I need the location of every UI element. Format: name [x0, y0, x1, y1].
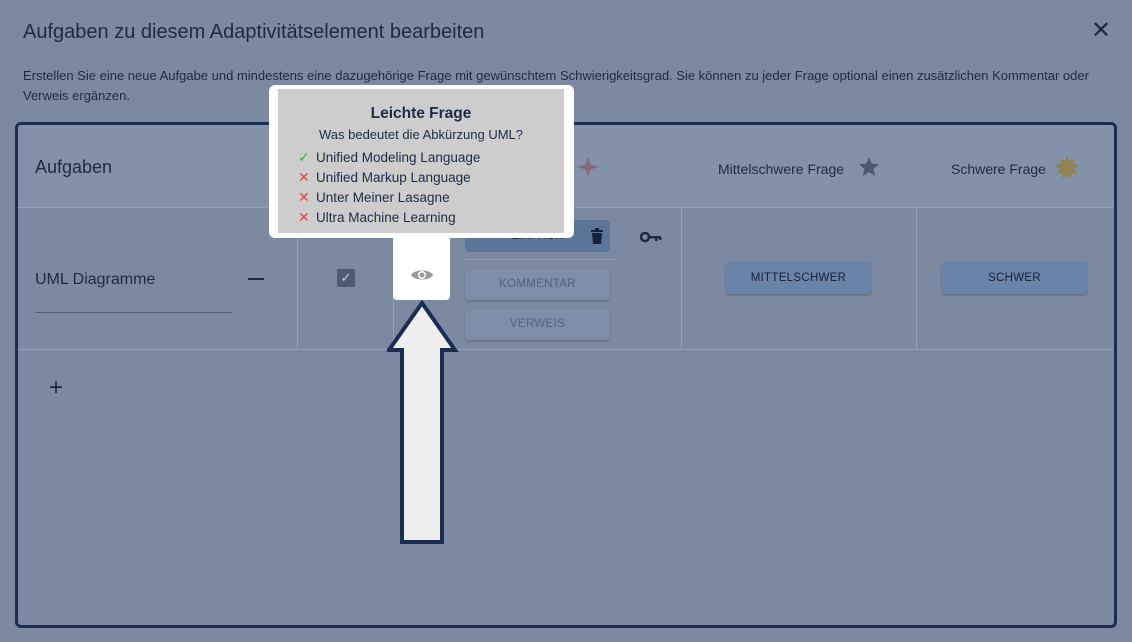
tooltip-content: Leichte Frage Was bedeutet die Abkürzung…: [278, 89, 564, 233]
pointer-arrow: [387, 300, 459, 544]
dialog-title: Aufgaben zu diesem Adaptivitätselement b…: [23, 21, 485, 43]
add-task-button[interactable]: +: [49, 376, 63, 400]
dialog: Aufgaben zu diesem Adaptivitätselement b…: [0, 0, 1132, 642]
schwer-button[interactable]: SCHWER: [942, 262, 1087, 294]
close-icon[interactable]: ✕: [1090, 19, 1112, 43]
column-divider: [681, 208, 682, 350]
column-divider: [916, 208, 917, 350]
verweis-button[interactable]: VERWEIS: [465, 309, 610, 340]
key-icon[interactable]: [640, 231, 662, 243]
question-preview-tooltip: Leichte Frage Was bedeutet die Abkürzung…: [269, 85, 574, 238]
task-name[interactable]: UML Diagramme: [35, 271, 155, 289]
task-name-underline: [35, 312, 232, 313]
trash-icon[interactable]: [590, 228, 604, 244]
preview-button[interactable]: [393, 236, 450, 300]
cross-icon: ✕: [298, 169, 310, 185]
button-separator: [465, 259, 617, 260]
medium-star-icon: [859, 157, 879, 176]
cross-icon: ✕: [298, 209, 310, 225]
hard-star-icon: [1055, 155, 1079, 179]
kommentar-button[interactable]: KOMMENTAR: [465, 269, 610, 300]
header-aufgaben: Aufgaben: [35, 157, 113, 177]
task-checkbox[interactable]: ✓: [337, 269, 355, 287]
answer-item: ✕ Ultra Machine Learning: [298, 209, 456, 225]
header-medium-question: Mittelschwere Frage: [718, 161, 845, 177]
mittelschwer-button[interactable]: MITTELSCHWER: [726, 262, 871, 294]
answer-item: ✕ Unified Markup Language: [298, 169, 471, 185]
eye-icon: [411, 270, 433, 280]
cross-icon: ✕: [298, 189, 310, 205]
answer-item: ✓ Unified Modeling Language: [298, 149, 481, 165]
header-hard-question: Schwere Frage: [951, 161, 1046, 177]
answer-item: ✕ Unter Meiner Lasagne: [298, 189, 450, 205]
easy-star-icon: [577, 156, 599, 178]
tooltip-title: Leichte Frage: [370, 105, 472, 122]
check-icon: ✓: [298, 149, 310, 165]
remove-task-icon[interactable]: [248, 278, 264, 280]
tooltip-question: Was bedeutet die Abkürzung UML?: [318, 127, 524, 142]
